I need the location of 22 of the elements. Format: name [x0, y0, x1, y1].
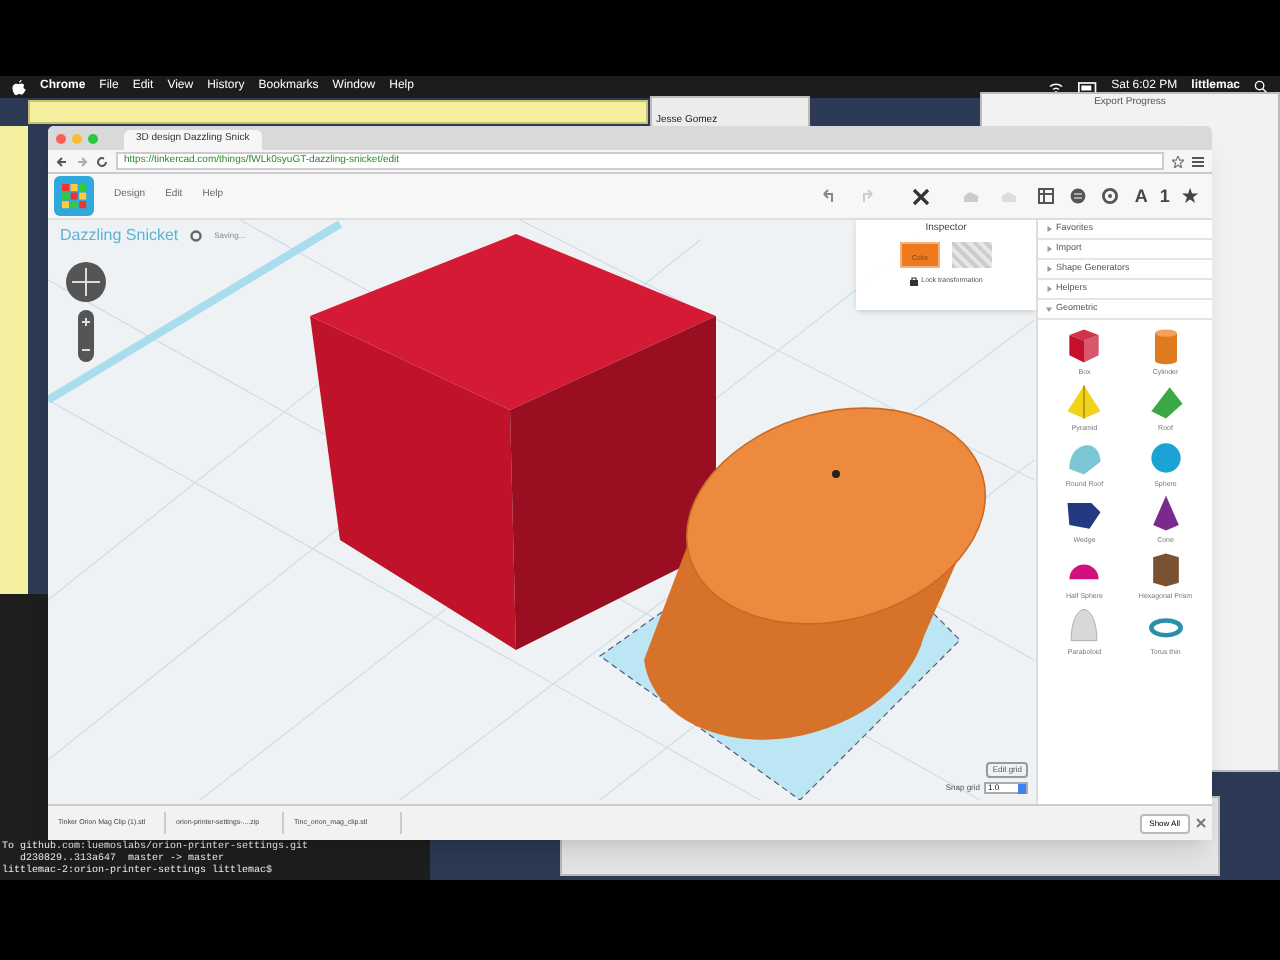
caret-icon — [1046, 286, 1052, 292]
caret-icon — [1046, 306, 1052, 312]
hole-swatch[interactable] — [952, 241, 992, 267]
toolbar-icon[interactable]: ★ — [1181, 187, 1198, 205]
apple-icon[interactable] — [12, 79, 26, 95]
search-icon[interactable] — [1254, 80, 1268, 94]
grid-icon[interactable] — [1038, 188, 1055, 204]
caret-icon — [1046, 266, 1052, 272]
close-icon[interactable] — [1196, 818, 1206, 828]
caret-icon — [1046, 226, 1052, 232]
adjust-icon[interactable] — [912, 187, 930, 205]
toolbar-icon[interactable]: 1 — [1159, 187, 1170, 205]
logo-icon[interactable] — [54, 176, 94, 216]
menu-icon[interactable] — [1192, 155, 1204, 167]
caret-icon — [1046, 246, 1052, 252]
back-icon[interactable] — [56, 155, 68, 167]
view-control[interactable] — [64, 260, 108, 364]
toolbar-icon[interactable]: A — [1134, 187, 1148, 205]
reload-icon[interactable] — [96, 155, 108, 167]
undo-icon[interactable] — [820, 188, 836, 204]
lock-icon[interactable] — [909, 275, 918, 286]
star-icon[interactable] — [1172, 155, 1184, 167]
